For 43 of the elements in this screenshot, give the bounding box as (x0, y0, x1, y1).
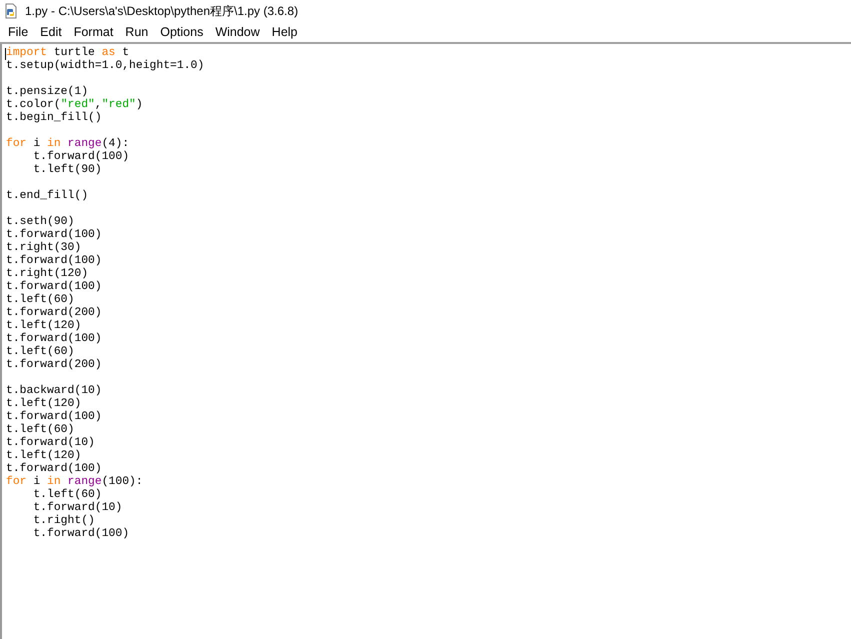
code-line: t.right(30) (6, 242, 82, 254)
code-line: t.pensize(1) (6, 86, 88, 98)
window-title: 1.py - C:\Users\a's\Desktop\pythen程序\1.py (3.6.8) (25, 2, 298, 20)
code-line: for i in range(100): (6, 476, 143, 488)
code-line: t.left(120) (6, 320, 82, 332)
code-line: t.forward(100) (6, 281, 102, 294)
menu-item[interactable]: Format (68, 25, 120, 39)
code-line: t.end_fill() (6, 190, 88, 203)
code-line: t.forward(100) (6, 463, 102, 476)
code-line: t.left(120) (6, 450, 82, 462)
code-line: import turtle as t (6, 47, 130, 60)
code-line: t.seth(90) (6, 216, 74, 228)
menu-item[interactable]: Help (266, 25, 304, 39)
code-line: t.forward(10) (6, 437, 95, 450)
menu-item[interactable]: Options (154, 25, 210, 39)
code-line: t.left(60) (6, 294, 74, 306)
code-line: t.setup(width=1.0,height=1.0) (6, 60, 204, 73)
menu-item[interactable]: Edit (34, 25, 68, 39)
python-file-icon (3, 3, 19, 19)
menu-item[interactable]: File (2, 25, 34, 39)
code-line: t.right(120) (6, 268, 88, 280)
code-line: t.forward(100) (32, 528, 130, 541)
code-line: t.forward(100) (6, 333, 102, 346)
menu-item[interactable]: Window (209, 25, 266, 39)
code-line: t.left(90) (32, 164, 102, 177)
code-line: t.left(60) (32, 489, 102, 502)
code-line: t.backward(10) (6, 385, 102, 398)
menu-item[interactable]: Run (119, 25, 154, 39)
code-line: t.forward(100) (6, 411, 102, 424)
code-line: t.forward(200) (6, 307, 102, 320)
code-line: t.left(60) (6, 424, 74, 436)
code-line: t.forward(100) (6, 255, 102, 268)
code-line: t.color("red","red") (6, 99, 143, 112)
code-line: t.forward(100) (6, 229, 102, 242)
code-line: t.forward(100) (32, 151, 130, 164)
code-line: t.left(60) (6, 346, 74, 358)
code-line: t.right() (32, 515, 95, 528)
code-line: t.forward(200) (6, 359, 102, 372)
text-cursor (5, 48, 6, 60)
code-line: t.left(120) (6, 398, 82, 410)
code-line: t.begin_fill() (6, 112, 102, 125)
code-line: for i in range(4): (6, 138, 130, 150)
code-line: t.forward(10) (32, 502, 122, 514)
